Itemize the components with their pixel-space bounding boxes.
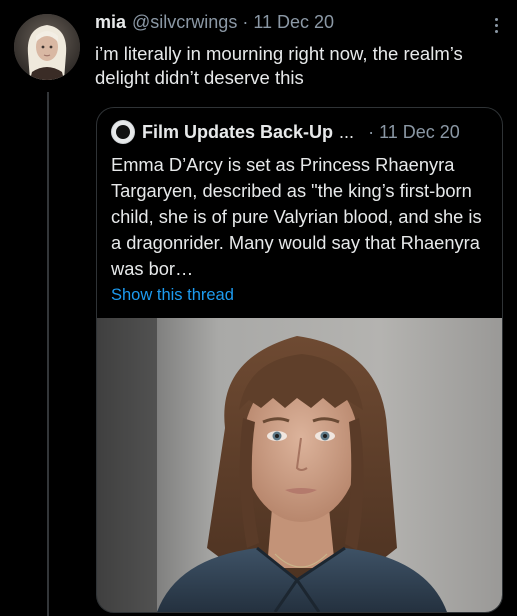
profile-avatar-icon[interactable] [14,14,80,80]
tweet-date[interactable]: 11 Dec 20 [253,12,334,33]
quoted-author-truncation: ... [339,121,355,142]
more-options-icon[interactable] [493,18,499,38]
thread-connector-line [47,92,49,616]
quoted-tweet-header: Film Updates Back-Up ... · 11 Dec 20 [111,120,492,144]
quoted-tweet-text: Emma D’Arcy is set as Princess Rhaenyra … [111,154,482,279]
tweet-text: i’m literally in mourning right now, the… [95,43,463,88]
quoted-tweet-photo[interactable] [97,318,502,612]
show-thread-link[interactable]: Show this thread [111,286,234,305]
tweet-header: mia @silvcrwings · 11 Dec 20 [95,12,477,36]
tweet-card[interactable]: mia @silvcrwings · 11 Dec 20 i’m literal… [0,0,517,616]
header-separator: · [242,12,249,32]
quoted-tweet-date[interactable]: 11 Dec 20 [379,122,460,143]
author-handle[interactable]: @silvcrwings [132,12,237,33]
quoted-tweet-date-separator: · [368,121,375,142]
author-display-name[interactable]: mia [95,12,126,33]
quoted-tweet-card[interactable]: Film Updates Back-Up ... · 11 Dec 20 Emm… [96,107,503,613]
quoted-author-display-name[interactable]: Film Updates Back-Up [142,122,333,143]
film-updates-avatar-icon[interactable] [111,120,135,144]
